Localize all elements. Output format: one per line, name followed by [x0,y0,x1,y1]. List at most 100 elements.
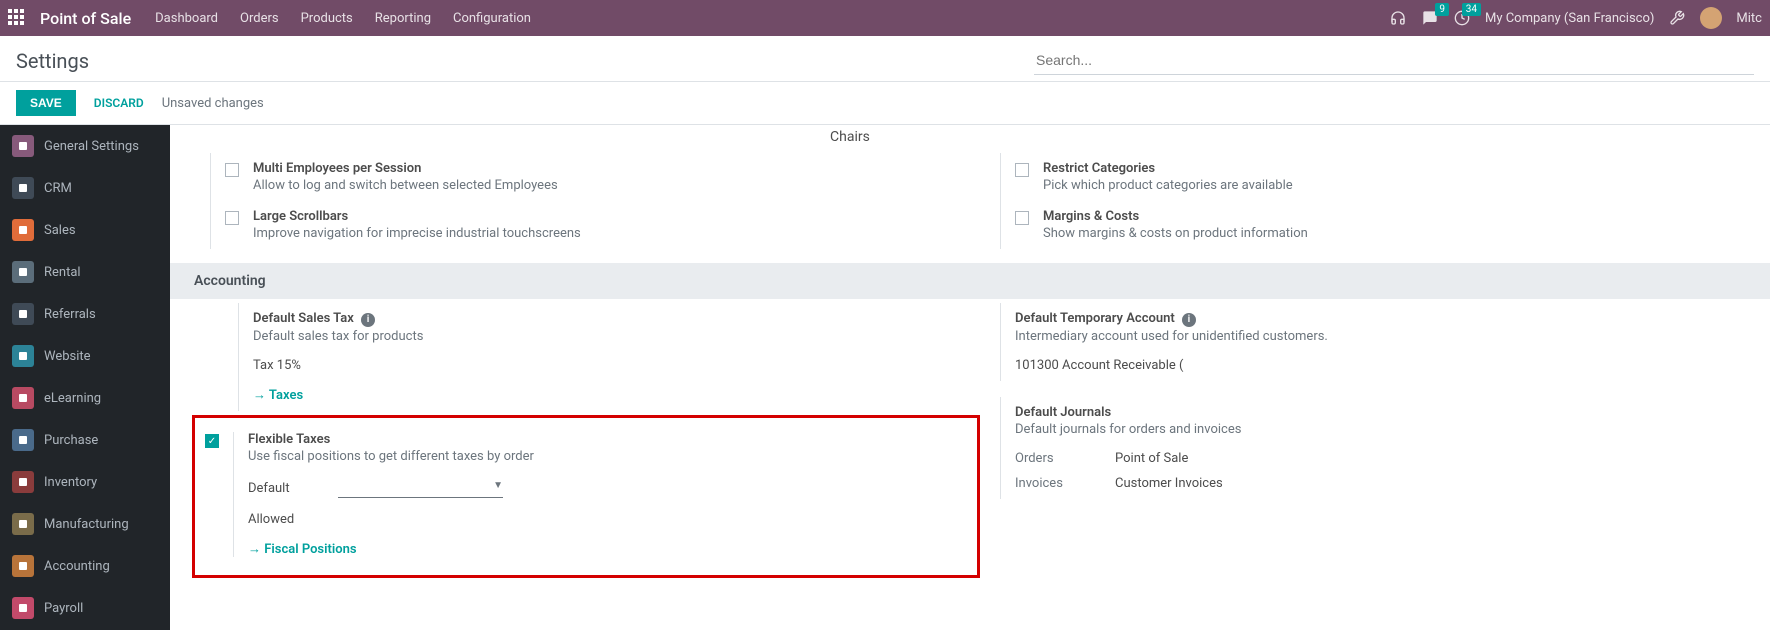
sidebar-item-elearning[interactable]: eLearning [0,377,170,419]
setting-default-temp-account: Default Temporary Account i Intermediary… [1000,303,1770,381]
sidebar-item-label: Accounting [44,559,110,574]
save-button[interactable]: SAVE [16,90,76,116]
sidebar-icon [12,471,34,493]
setting-desc: Allow to log and switch between selected… [253,178,558,193]
app-title[interactable]: Point of Sale [40,9,131,28]
sidebar-icon [12,345,34,367]
setting-desc: Pick which product categories are availa… [1043,178,1293,193]
activities-icon[interactable]: 34 [1453,9,1471,27]
sidebar-item-manufacturing[interactable]: Manufacturing [0,503,170,545]
allowed-label: Allowed [248,512,328,527]
top-nav: Dashboard Orders Products Reporting Conf… [155,11,531,26]
orders-label: Orders [1015,451,1115,466]
setting-desc: Default sales tax for products [253,329,423,344]
sidebar-item-website[interactable]: Website [0,335,170,377]
sidebar-icon [12,387,34,409]
setting-default-journals: Default Journals Default journals for or… [1000,397,1770,499]
sidebar-item-label: Referrals [44,307,96,322]
checkbox-large-scrollbars[interactable] [225,211,239,225]
sidebar-item-purchase[interactable]: Purchase [0,419,170,461]
setting-title: Restrict Categories [1043,161,1293,176]
discard-button[interactable]: DISCARD [94,96,144,110]
unsaved-status: Unsaved changes [162,96,264,111]
sidebar-item-label: Purchase [44,433,98,448]
sidebar-item-label: Website [44,349,91,364]
setting-desc: Improve navigation for imprecise industr… [253,226,581,241]
apps-icon[interactable] [8,9,26,27]
sidebar-item-crm[interactable]: CRM [0,167,170,209]
section-accounting: Accounting [170,263,1770,299]
setting-desc: Intermediary account used for unidentifi… [1015,329,1328,344]
sidebar-item-label: Manufacturing [44,517,129,532]
setting-restrict-categories: Restrict Categories Pick which product c… [1000,153,1770,201]
settings-sidebar: General Settings CRM Sales Rental Referrals W… [0,125,170,630]
checkbox-flexible-taxes[interactable]: ✓ [205,434,219,448]
sidebar-item-referrals[interactable]: Referrals [0,293,170,335]
info-icon[interactable]: i [1182,313,1196,327]
nav-configuration[interactable]: Configuration [453,11,531,26]
checkbox-restrict-categories[interactable] [1015,163,1029,177]
nav-reporting[interactable]: Reporting [375,11,431,26]
sidebar-item-label: Sales [44,223,76,238]
setting-title: Default Journals [1015,405,1241,420]
company-switcher[interactable]: My Company (San Francisco) [1485,11,1654,26]
setting-title: Default Sales Tax i [253,311,423,327]
sidebar-item-label: CRM [44,181,72,196]
username[interactable]: Mitc [1736,11,1762,26]
header-row: Settings [0,36,1770,82]
sidebar-item-sales[interactable]: Sales [0,209,170,251]
nav-dashboard[interactable]: Dashboard [155,11,218,26]
avatar[interactable] [1700,7,1722,29]
taxes-link[interactable]: Taxes [253,387,303,403]
fiscal-positions-link[interactable]: Fiscal Positions [248,541,357,557]
invoices-value: Customer Invoices [1115,476,1223,491]
default-fiscal-input[interactable] [338,478,503,498]
setting-title: Multi Employees per Session [253,161,558,176]
info-icon[interactable]: i [361,313,375,327]
flexible-taxes-highlight: ✓ Flexible Taxes Use fiscal positions to… [192,415,980,578]
setting-flexible-taxes: ✓ Flexible Taxes Use fiscal positions to… [205,424,967,565]
setting-desc: Show margins & costs on product informat… [1043,226,1308,241]
setting-default-sales-tax: Default Sales Tax i Default sales tax fo… [238,303,980,411]
temp-account-title: Default Temporary Account [1015,311,1175,326]
sidebar-icon [12,261,34,283]
messages-badge: 9 [1435,3,1449,16]
sales-tax-title: Default Sales Tax [253,311,354,326]
setting-title: Large Scrollbars [253,209,581,224]
checkbox-margins-costs[interactable] [1015,211,1029,225]
sidebar-item-label: Inventory [44,475,97,490]
messages-icon[interactable]: 9 [1421,9,1439,27]
settings-content: Chairs Multi Employees per Session Allow… [170,125,1770,630]
sales-tax-value: Tax 15% [253,358,423,373]
checkbox-multi-employees[interactable] [225,163,239,177]
sidebar-icon [12,429,34,451]
sidebar-icon [12,219,34,241]
invoices-label: Invoices [1015,476,1115,491]
setting-title: Margins & Costs [1043,209,1308,224]
orders-value: Point of Sale [1115,451,1188,466]
sidebar-icon [12,135,34,157]
setting-multi-employees: Multi Employees per Session Allow to log… [210,153,980,201]
default-label: Default [248,481,328,496]
sidebar-item-general-settings[interactable]: General Settings [0,125,170,167]
topbar: Point of Sale Dashboard Orders Products … [0,0,1770,36]
setting-large-scrollbars: Large Scrollbars Improve navigation for … [210,201,980,249]
sidebar-icon [12,555,34,577]
support-icon[interactable] [1389,9,1407,27]
setting-desc: Default journals for orders and invoices [1015,422,1241,437]
sidebar-item-payroll[interactable]: Payroll [0,587,170,629]
setting-title: Flexible Taxes [248,432,534,447]
category-ref: Chairs [170,125,1770,149]
nav-products[interactable]: Products [301,11,353,26]
nav-orders[interactable]: Orders [240,11,279,26]
sidebar-item-accounting[interactable]: Accounting [0,545,170,587]
sidebar-item-rental[interactable]: Rental [0,251,170,293]
actions-row: SAVE DISCARD Unsaved changes [0,82,1770,125]
debug-icon[interactable] [1668,9,1686,27]
sidebar-item-inventory[interactable]: Inventory [0,461,170,503]
setting-desc: Use fiscal positions to get different ta… [248,449,534,464]
sidebar-icon [12,513,34,535]
search-input[interactable] [1034,46,1754,75]
activities-badge: 34 [1462,3,1481,16]
page-title: Settings [16,49,89,73]
